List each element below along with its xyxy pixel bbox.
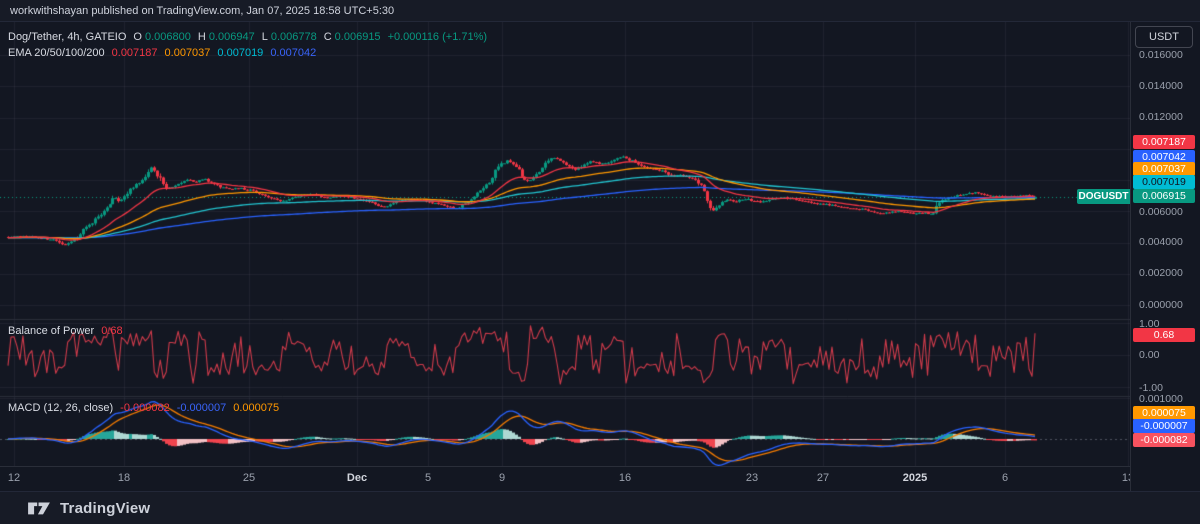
bop-legend-row[interactable]: Balance of Power 0.68 [8, 325, 123, 337]
price-badge: 0.000075 [1133, 406, 1195, 420]
price-badge: 0.68 [1133, 328, 1195, 342]
publish-info-bar: workwithshayan published on TradingView.… [0, 0, 1200, 22]
macd-legend-row[interactable]: MACD (12, 26, close) -0.000082 -0.000007… [8, 402, 279, 414]
price-scale-label: 0.002000 [1139, 267, 1183, 280]
time-scale-label: 23 [730, 472, 774, 484]
low-value: 0.006778 [271, 31, 317, 43]
macd-signal-value: 0.000075 [233, 402, 279, 414]
bop-value: 0.68 [101, 325, 122, 337]
chart-area: Dog/Tether, 4h, GATEIO O 0.006800 H 0.00… [0, 22, 1200, 491]
ema50-value: 0.007037 [165, 47, 211, 59]
ema200-value: 0.007042 [270, 47, 316, 59]
time-scale-label: Dec [335, 472, 379, 484]
change-value: +0.000116 (+1.71%) [388, 31, 487, 43]
time-scale-label: 27 [801, 472, 845, 484]
macd-title[interactable]: MACD (12, 26, close) [8, 402, 113, 414]
price-badge: 0.007187 [1133, 135, 1195, 149]
price-badge: 0.006915 [1133, 189, 1195, 203]
time-scale-label: 9 [480, 472, 524, 484]
price-badge: -0.000007 [1133, 419, 1195, 433]
ema100-value: 0.007019 [217, 47, 263, 59]
footer-bar: TradingView [0, 491, 1200, 524]
price-scale[interactable]: USDT 0.016000 0.014000 0.012000 0.006000 0.0… [1130, 22, 1200, 491]
tradingview-published-chart: workwithshayan published on TradingView.… [0, 0, 1200, 524]
high-label: H [198, 31, 206, 43]
low-label: L [262, 31, 268, 43]
price-scale-label: 0.014000 [1139, 80, 1183, 93]
time-scale-label: 16 [603, 472, 647, 484]
symbol-title[interactable]: Dog/Tether, 4h, GATEIO [8, 31, 126, 43]
tradingview-logo-icon[interactable] [26, 498, 52, 518]
price-scale-label: 0.006000 [1139, 206, 1183, 219]
open-label: O [133, 31, 142, 43]
time-scale-label: 25 [227, 472, 271, 484]
tradingview-logo-text[interactable]: TradingView [60, 500, 150, 517]
close-label: C [324, 31, 332, 43]
price-scale-label: 0.001000 [1139, 393, 1183, 406]
time-scale-label: 13 [1106, 472, 1130, 484]
currency-toggle-button[interactable]: USDT [1135, 26, 1193, 48]
time-scale-label: 5 [406, 472, 450, 484]
macd-line-value: -0.000007 [177, 402, 227, 414]
price-scale-label: 0.00 [1139, 349, 1159, 362]
time-scale-label: 12 [0, 472, 36, 484]
publish-info-text: workwithshayan published on TradingView.… [10, 5, 394, 17]
time-scale-label: 2025 [893, 472, 937, 484]
time-scale-label: 18 [102, 472, 146, 484]
time-scale-label: 6 [983, 472, 1027, 484]
high-value: 0.006947 [209, 31, 255, 43]
ema-legend-row[interactable]: EMA 20/50/100/200 0.007187 0.007037 0.00… [8, 47, 316, 59]
chart-canvas[interactable] [0, 22, 1130, 466]
price-badge: 0.007019 [1133, 175, 1195, 189]
symbol-price-tag: DOGUSDT [1077, 189, 1130, 204]
macd-hist-value: -0.000082 [120, 402, 170, 414]
price-scale-label: 0.012000 [1139, 111, 1183, 124]
open-value: 0.006800 [145, 31, 191, 43]
time-scale[interactable]: 12 18 25 Dec 5 9 16 23 27 2025 6 13 [0, 466, 1130, 491]
price-badge: 0.007037 [1133, 162, 1195, 176]
price-scale-label: 0.004000 [1139, 236, 1183, 249]
bop-title[interactable]: Balance of Power [8, 325, 94, 337]
symbol-legend-row[interactable]: Dog/Tether, 4h, GATEIO O 0.006800 H 0.00… [8, 31, 487, 43]
ema-title[interactable]: EMA 20/50/100/200 [8, 47, 105, 59]
ema20-value: 0.007187 [112, 47, 158, 59]
price-scale-label: 0.016000 [1139, 49, 1183, 62]
close-value: 0.006915 [335, 31, 381, 43]
price-scale-label: 0.000000 [1139, 299, 1183, 312]
price-badge: -0.000082 [1133, 433, 1195, 447]
